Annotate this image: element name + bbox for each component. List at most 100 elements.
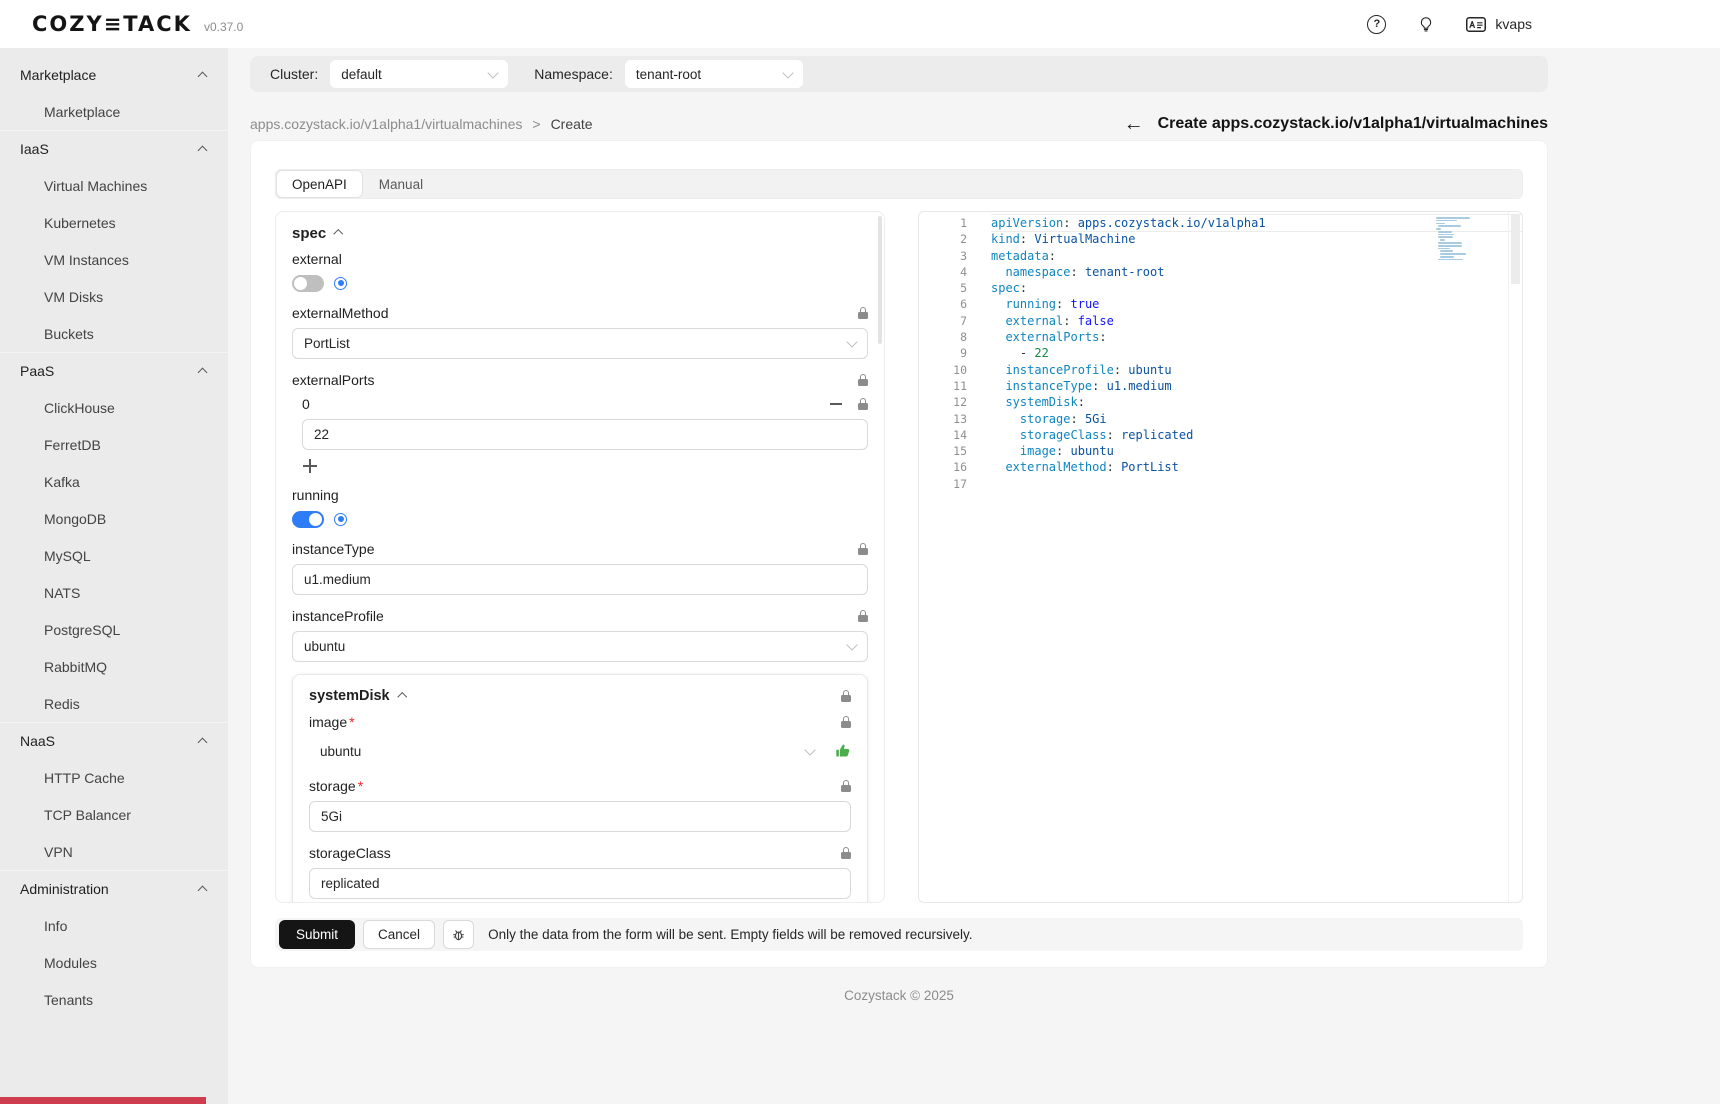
sidebar-item-modules[interactable]: Modules (0, 944, 228, 981)
minimap-line (1438, 231, 1452, 233)
sidebar-item-mysql[interactable]: MySQL (0, 537, 228, 574)
field-externalMethod: externalMethod PortList (292, 304, 868, 359)
code-line-12: systemDisk: (991, 394, 1522, 410)
storage-input[interactable] (309, 801, 851, 832)
chevron-up-icon (198, 146, 208, 156)
code-line-4: namespace: tenant-root (991, 264, 1522, 280)
thumbs-up-icon[interactable] (835, 743, 851, 759)
systemDisk-section-toggle[interactable]: systemDisk (309, 688, 405, 704)
sidebar-item-tenants[interactable]: Tenants (0, 981, 228, 1018)
context-bar: Cluster: default Namespace: tenant-root (250, 56, 1548, 92)
sidebar-item-kubernetes[interactable]: Kubernetes (0, 204, 228, 241)
running-toggle[interactable] (292, 511, 324, 528)
default-value-icon[interactable] (334, 513, 347, 526)
editor-minimap[interactable] (1436, 217, 1472, 263)
remove-port-button[interactable] (830, 403, 842, 405)
line-number: 6 (919, 296, 967, 312)
code-line-8: externalPorts: (991, 329, 1522, 345)
sidebar-item-ferretdb[interactable]: FerretDB (0, 426, 228, 463)
editor-scrollbar[interactable] (1508, 212, 1522, 902)
sidebar-item-vm-instances[interactable]: VM Instances (0, 241, 228, 278)
sidebar-item-clickhouse[interactable]: ClickHouse (0, 389, 228, 426)
form-scrollbar[interactable] (878, 216, 882, 344)
line-number: 10 (919, 362, 967, 378)
image-select-value: ubuntu (320, 744, 361, 759)
page-title: Create apps.cozystack.io/v1alpha1/virtua… (1158, 115, 1548, 133)
minimap-line (1440, 250, 1453, 252)
scrollbar-thumb[interactable] (1511, 214, 1520, 284)
instanceType-input[interactable] (292, 564, 868, 595)
sidebar-item-rabbitmq[interactable]: RabbitMQ (0, 648, 228, 685)
sidebar-item-mongodb[interactable]: MongoDB (0, 500, 228, 537)
help-icon[interactable]: ? (1367, 15, 1386, 34)
header: COZY≡TACK v0.37.0 ? kvaps (0, 0, 1720, 48)
sidebar-item-marketplace[interactable]: Marketplace (0, 93, 228, 130)
line-number: 7 (919, 313, 967, 329)
sidebar-section-iaas[interactable]: IaaS (0, 130, 228, 167)
sidebar-section-administration[interactable]: Administration (0, 870, 228, 907)
minimap-line (1440, 253, 1465, 255)
port-value-input[interactable] (302, 419, 868, 450)
line-number: 12 (919, 394, 967, 410)
user-menu[interactable]: kvaps (1466, 16, 1532, 32)
image-select[interactable]: ubuntu (309, 737, 825, 765)
default-value-icon[interactable] (334, 277, 347, 290)
add-port-button[interactable] (302, 458, 318, 474)
submit-button[interactable]: Submit (279, 920, 355, 949)
sidebar-section-label: Administration (20, 881, 109, 897)
sidebar-item-redis[interactable]: Redis (0, 685, 228, 722)
storage-label: storage (309, 778, 356, 794)
debug-button[interactable] (443, 920, 474, 949)
externalMethod-select[interactable]: PortList (292, 328, 868, 359)
back-arrow-icon[interactable]: ← (1124, 114, 1144, 134)
sidebar-item-virtual-machines[interactable]: Virtual Machines (0, 167, 228, 204)
theme-toggle-icon[interactable] (1418, 16, 1434, 32)
sidebar-item-vpn[interactable]: VPN (0, 833, 228, 870)
systemDisk-label: systemDisk (309, 688, 390, 704)
sidebar-item-vm-disks[interactable]: VM Disks (0, 278, 228, 315)
yaml-editor[interactable]: 1234567891011121314151617 apiVersion: ap… (918, 211, 1523, 903)
external-toggle[interactable] (292, 275, 324, 292)
sidebar-item-info[interactable]: Info (0, 907, 228, 944)
minimap-line (1436, 228, 1441, 230)
sidebar-scrollbar[interactable] (0, 1097, 206, 1104)
sidebar-item-http-cache[interactable]: HTTP Cache (0, 759, 228, 796)
externalMethod-select-value: PortList (304, 336, 350, 351)
minimap-line (1438, 248, 1450, 250)
sidebar-section-paas[interactable]: PaaS (0, 352, 228, 389)
minimap-line (1440, 239, 1444, 241)
tab-openapi[interactable]: OpenAPI (276, 170, 363, 198)
sidebar-section-label: PaaS (20, 363, 54, 379)
app-logo[interactable]: COZY≡TACK (32, 12, 192, 36)
sidebar-item-tcp-balancer[interactable]: TCP Balancer (0, 796, 228, 833)
cluster-select[interactable]: default (330, 60, 508, 88)
chevron-down-icon (488, 67, 499, 78)
sidebar-item-postgresql[interactable]: PostgreSQL (0, 611, 228, 648)
code-line-10: instanceProfile: ubuntu (991, 362, 1522, 378)
sidebar-item-nats[interactable]: NATS (0, 574, 228, 611)
sidebar-section-marketplace[interactable]: Marketplace (0, 56, 228, 93)
sidebar-item-kafka[interactable]: Kafka (0, 463, 228, 500)
chevron-down-icon (846, 336, 857, 347)
minimap-line (1438, 234, 1454, 236)
sidebar-item-buckets[interactable]: Buckets (0, 315, 228, 352)
spec-section-toggle[interactable]: spec (292, 224, 868, 242)
cluster-select-value: default (341, 67, 382, 82)
tab-manual[interactable]: Manual (363, 170, 439, 198)
storageClass-input[interactable] (309, 868, 851, 899)
line-number: 16 (919, 459, 967, 475)
namespace-select-value: tenant-root (636, 67, 701, 82)
minimap-line (1436, 220, 1457, 222)
namespace-select[interactable]: tenant-root (625, 60, 803, 88)
line-number: 11 (919, 378, 967, 394)
sidebar: MarketplaceMarketplaceIaaSVirtual Machin… (0, 48, 228, 1104)
line-number: 8 (919, 329, 967, 345)
sidebar-section-naas[interactable]: NaaS (0, 722, 228, 759)
lock-icon (858, 548, 868, 555)
line-number: 5 (919, 280, 967, 296)
instanceProfile-select[interactable]: ubuntu (292, 631, 868, 662)
cancel-button[interactable]: Cancel (363, 920, 435, 949)
externalPorts-label: externalPorts (292, 372, 374, 388)
code-line-9: - 22 (991, 345, 1522, 361)
breadcrumb-resource-link[interactable]: apps.cozystack.io/v1alpha1/virtualmachin… (250, 116, 522, 132)
